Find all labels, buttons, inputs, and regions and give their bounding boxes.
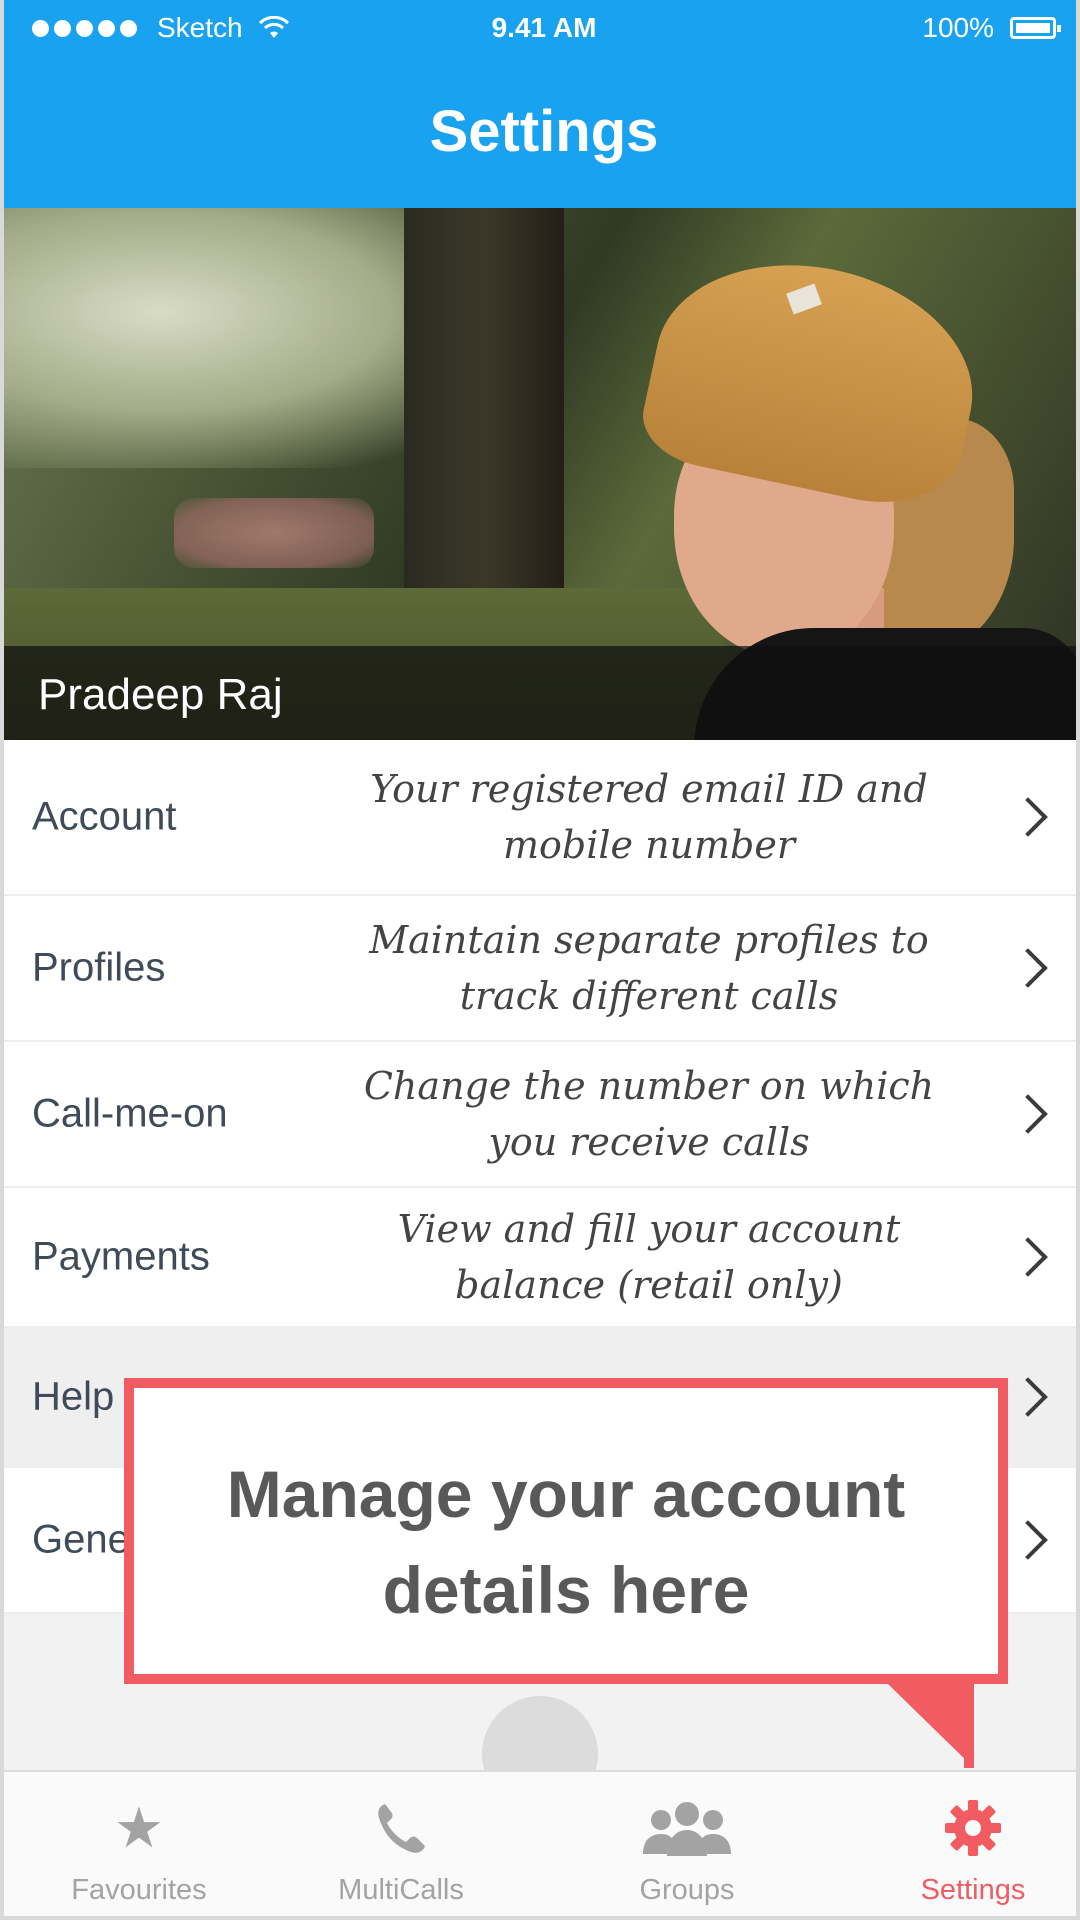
settings-item-call-me-on[interactable]: Call-me-on Change the number on which yo… (4, 1042, 1076, 1188)
navigation-bar: Settings (4, 60, 1076, 208)
settings-item-label: Help (32, 1374, 115, 1419)
star-icon: ★ (113, 1796, 165, 1859)
gear-icon (838, 1798, 1076, 1858)
tab-bar: ★ Favourites MultiCalls Groups Settings (4, 1770, 1076, 1916)
app-screen: Sketch 9.41 AM 100% Settings Pradeep Raj… (0, 0, 1080, 1920)
onboarding-tooltip[interactable]: Manage your account details here (124, 1378, 1008, 1684)
settings-item-label: Gene (32, 1517, 130, 1562)
chevron-right-icon (1008, 797, 1048, 837)
settings-item-payments[interactable]: Payments View and fill your account bala… (4, 1188, 1076, 1328)
profile-name-bar: Pradeep Raj (4, 646, 1076, 740)
battery-percent: 100% (922, 12, 994, 43)
settings-item-description: View and fill your account balance (reta… (397, 1207, 901, 1307)
settings-item-account[interactable]: Account Your registered email ID and mob… (4, 740, 1076, 896)
page-title: Settings (429, 99, 659, 164)
settings-item-profiles[interactable]: Profiles Maintain separate profiles to t… (4, 896, 1076, 1042)
tab-label: Settings (920, 1874, 1026, 1906)
settings-item-description: Your registered email ID and mobile numb… (370, 767, 928, 867)
settings-item-label: Account (32, 794, 177, 839)
chevron-right-icon (1008, 948, 1048, 988)
profile-cover-photo[interactable]: Pradeep Raj (4, 208, 1076, 740)
chevron-right-icon (1008, 1237, 1048, 1277)
tab-groups[interactable]: Groups (552, 1772, 822, 1916)
tab-multicalls[interactable]: MultiCalls (266, 1772, 536, 1916)
phone-icon (266, 1798, 536, 1858)
settings-item-label: Call-me-on (32, 1091, 228, 1136)
status-time: 9.41 AM (491, 12, 597, 43)
status-right: 100% (922, 12, 1061, 44)
tab-favourites[interactable]: ★ Favourites (4, 1772, 274, 1916)
settings-item-label: Payments (32, 1234, 210, 1279)
status-bar: Sketch 9.41 AM 100% (4, 0, 1076, 60)
chevron-right-icon (1008, 1094, 1048, 1134)
settings-item-description: Maintain separate profiles to track diff… (369, 918, 929, 1018)
tooltip-pointer (888, 1684, 974, 1768)
tooltip-text: Manage your account details here (226, 1457, 906, 1627)
settings-item-description: Change the number on which you receive c… (363, 1064, 935, 1164)
tab-settings[interactable]: Settings (838, 1772, 1076, 1916)
tab-label: Favourites (71, 1874, 207, 1906)
settings-item-label: Profiles (32, 945, 166, 990)
group-icon (552, 1798, 822, 1858)
chevron-right-icon (1008, 1520, 1048, 1560)
profile-name: Pradeep Raj (38, 670, 283, 719)
tooltip-pointer-stem (964, 1684, 974, 1768)
tab-label: MultiCalls (338, 1874, 464, 1906)
battery-icon (1010, 17, 1061, 39)
tab-label: Groups (639, 1874, 735, 1906)
chevron-right-icon (1008, 1377, 1048, 1417)
